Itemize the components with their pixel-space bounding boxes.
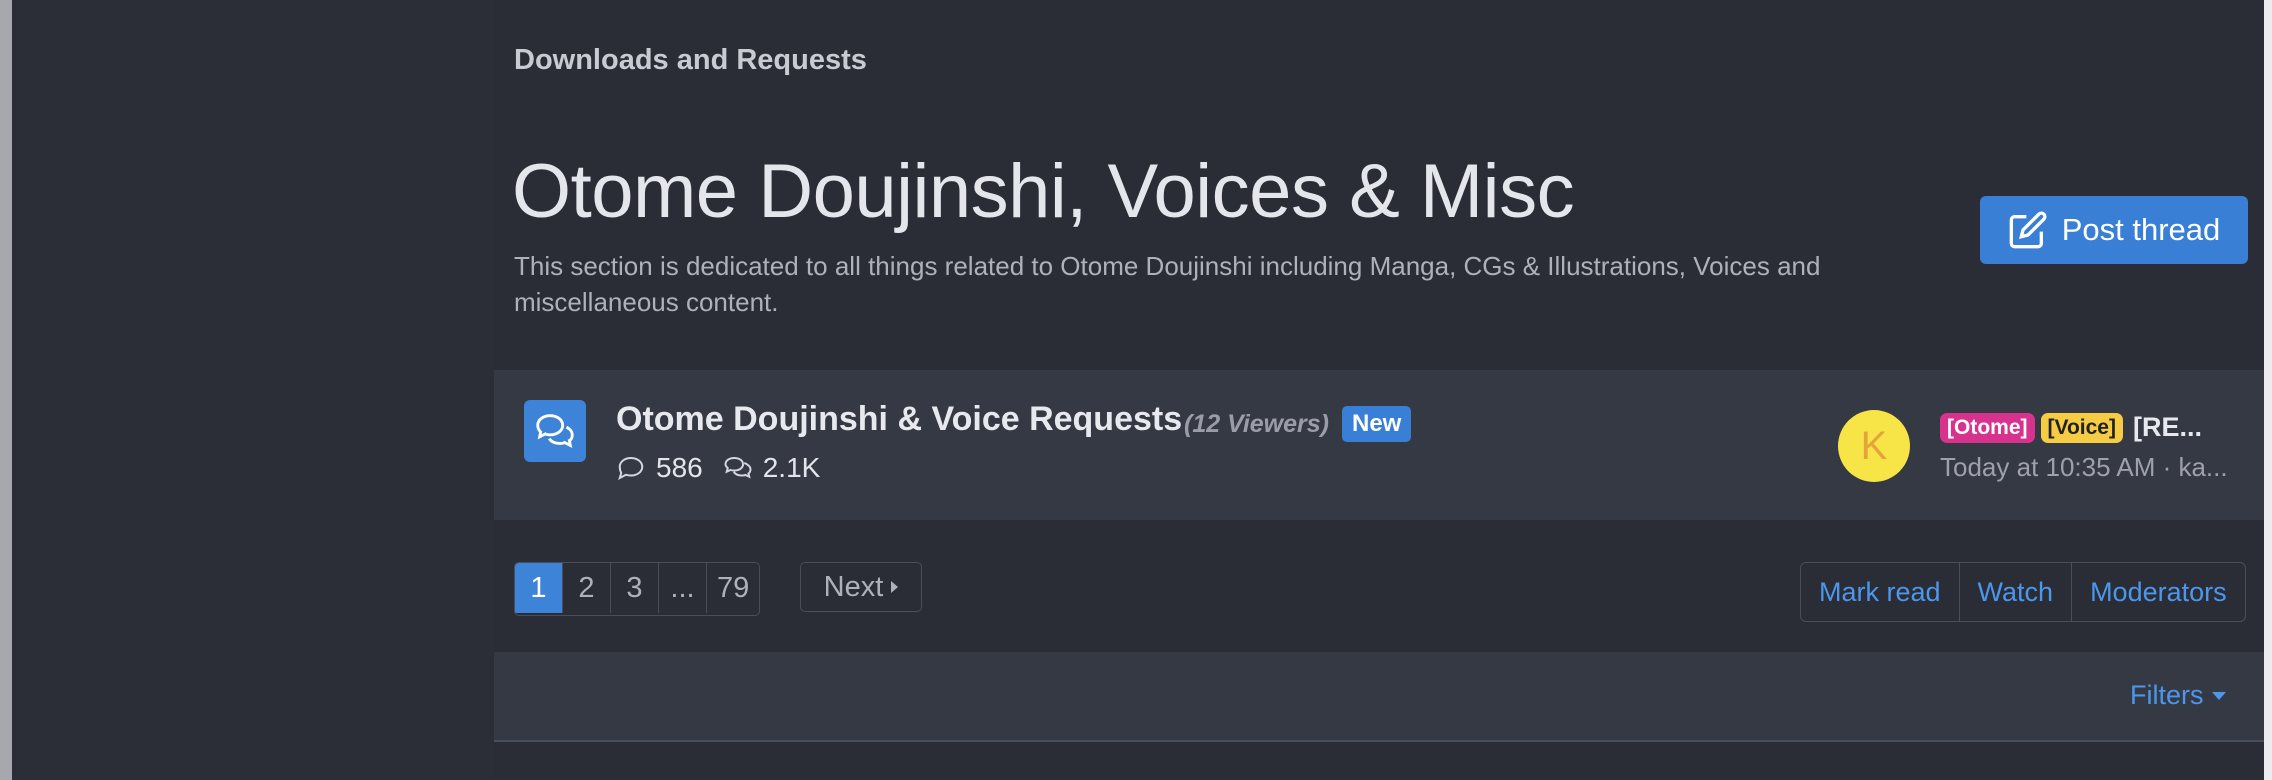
mark-read-button[interactable]: Mark read bbox=[1801, 563, 1960, 621]
threads-count: 586 bbox=[656, 452, 703, 483]
new-badge: New bbox=[1342, 406, 1412, 442]
messages-count: 2.1K bbox=[762, 452, 821, 483]
moderators-button[interactable]: Moderators bbox=[2072, 563, 2245, 621]
window-edge bbox=[0, 0, 12, 780]
pagination: 1 2 3 ... 79 bbox=[514, 562, 761, 616]
threads-stat: 586 bbox=[616, 452, 703, 484]
node-stats: 586 2.1K bbox=[616, 452, 840, 484]
viewer-count: (12 Viewers) bbox=[1184, 410, 1329, 438]
forum-node-title[interactable]: Otome Doujinshi & Voice Requests bbox=[616, 400, 1182, 439]
caret-right-icon bbox=[891, 581, 899, 593]
filters-button[interactable]: Filters bbox=[2130, 680, 2226, 711]
filter-bar bbox=[494, 652, 2264, 742]
edit-icon bbox=[2009, 211, 2047, 249]
chevron-down-icon bbox=[2211, 691, 2226, 700]
prefix-voice-badge: [Voice] bbox=[2040, 412, 2123, 443]
next-label: Next bbox=[823, 570, 884, 603]
next-page-button[interactable]: Next bbox=[800, 562, 922, 612]
breadcrumb[interactable]: Downloads and Requests bbox=[514, 44, 867, 77]
filters-label: Filters bbox=[2130, 680, 2204, 710]
post-thread-button[interactable]: Post thread bbox=[1980, 196, 2248, 264]
forum-chat-icon bbox=[524, 400, 586, 462]
page-description: This section is dedicated to all things … bbox=[514, 251, 1821, 317]
page-1-button[interactable]: 1 bbox=[515, 563, 563, 613]
avatar[interactable]: K bbox=[1838, 410, 1910, 482]
page-2-button[interactable]: 2 bbox=[563, 563, 611, 613]
forum-node-row[interactable] bbox=[494, 370, 2264, 520]
speech-bubble-icon bbox=[618, 456, 644, 480]
page-79-button[interactable]: 79 bbox=[707, 563, 759, 613]
chat-bubbles-icon bbox=[724, 456, 752, 479]
post-thread-label: Post thread bbox=[2061, 212, 2221, 247]
latest-thread-title-text[interactable]: [RE... bbox=[2133, 412, 2202, 443]
page-title: Otome Doujinshi, Voices & Misc bbox=[512, 149, 1575, 234]
page-3-button[interactable]: 3 bbox=[611, 563, 659, 613]
forum-actions: Mark read Watch Moderators bbox=[1800, 562, 2246, 622]
scrollbar[interactable] bbox=[2264, 0, 2272, 780]
page-jump-button[interactable]: ... bbox=[659, 563, 707, 613]
sidebar bbox=[12, 0, 494, 780]
latest-thread-meta[interactable]: Today at 10:35 AM · ka... bbox=[1940, 452, 2240, 483]
messages-stat: 2.1K bbox=[723, 452, 821, 484]
prefix-otome-badge: [Otome] bbox=[1940, 412, 2035, 443]
latest-thread-title[interactable]: [Otome] [Voice] [RE... bbox=[1940, 412, 2240, 443]
watch-button[interactable]: Watch bbox=[1960, 563, 2073, 621]
